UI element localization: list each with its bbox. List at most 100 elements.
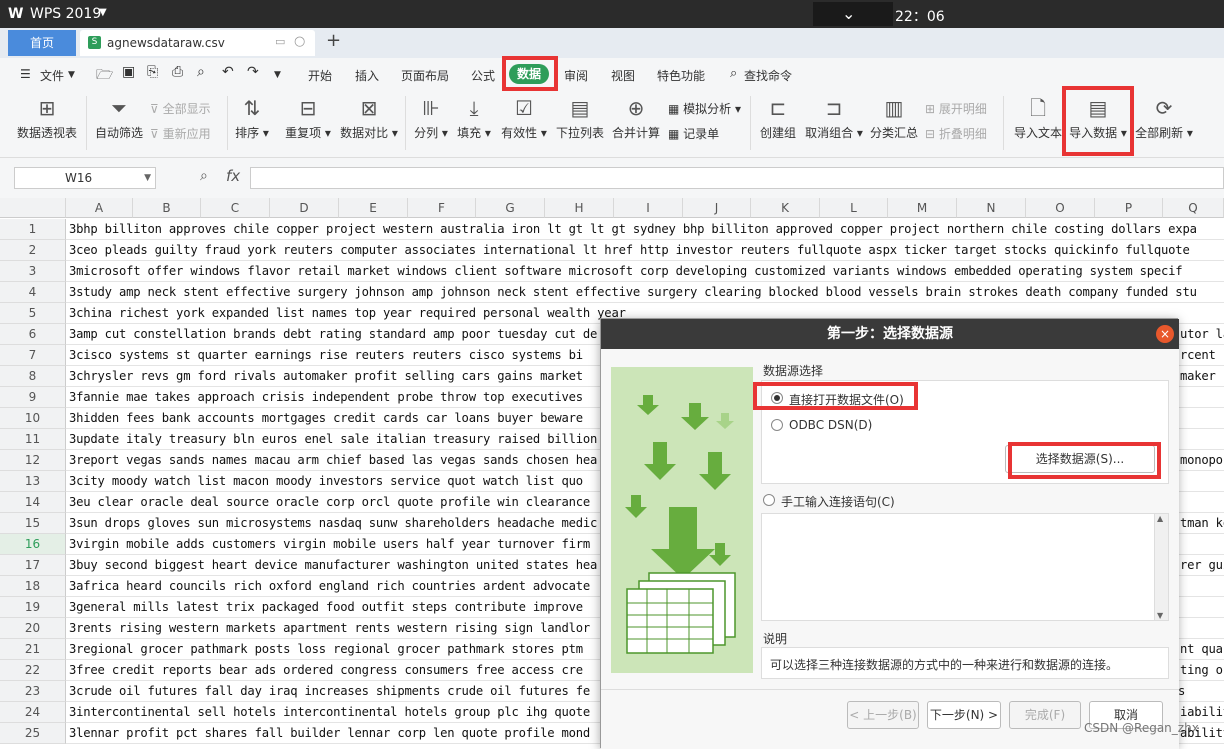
name-box[interactable]: W16 ▼ [14, 167, 156, 189]
column-header[interactable]: G [476, 198, 545, 218]
menu-page-layout[interactable]: 页面布局 [401, 67, 449, 84]
menu-view[interactable]: 视图 [611, 67, 635, 84]
row-header[interactable]: 25 [0, 723, 66, 744]
row-header[interactable]: 5 [0, 303, 66, 324]
row-header[interactable]: 1 [0, 219, 66, 240]
scroll-down-icon[interactable]: ▼ [1157, 611, 1163, 620]
choose-source-button[interactable]: 选择数据源(S)... [1005, 445, 1155, 473]
table-row[interactable]: 3study amp neck stent effective surgery … [69, 282, 1224, 303]
row-header[interactable]: 12 [0, 450, 66, 471]
redo-icon[interactable]: ↷ [247, 64, 259, 80]
consolidate-button[interactable]: ⊕ 合并计算 [611, 96, 661, 141]
dropdown-list-button[interactable]: ▤ 下拉列表 [555, 96, 605, 141]
row-header[interactable]: 18 [0, 576, 66, 597]
close-icon[interactable]: ○ [294, 34, 305, 49]
column-header[interactable]: A [66, 198, 133, 218]
column-header[interactable]: I [614, 198, 683, 218]
row-header[interactable]: 21 [0, 639, 66, 660]
file-caret-icon[interactable]: ▼ [68, 70, 75, 80]
chevron-down-icon[interactable]: ⌄ [842, 4, 855, 23]
row-header[interactable]: 14 [0, 492, 66, 513]
zoom-icon[interactable]: ⌕ [200, 168, 208, 184]
column-header[interactable]: K [751, 198, 820, 218]
column-header[interactable]: D [270, 198, 339, 218]
row-header[interactable]: 8 [0, 366, 66, 387]
finish-button[interactable]: 完成(F) [1009, 701, 1081, 729]
more-caret-icon[interactable]: ▼ [274, 70, 281, 80]
row-header[interactable]: 10 [0, 408, 66, 429]
textarea-scrollbar[interactable]: ▲ ▼ [1154, 514, 1168, 620]
prev-step-button[interactable]: < 上一步(B) [847, 701, 919, 729]
row-header[interactable]: 19 [0, 597, 66, 618]
menu-formula[interactable]: 公式 [471, 67, 495, 84]
tab-home[interactable]: 首页 [8, 30, 76, 56]
column-header[interactable]: L [820, 198, 888, 218]
menu-review[interactable]: 审阅 [564, 67, 588, 84]
row-header[interactable]: 2 [0, 240, 66, 261]
radio-manual-label[interactable]: 手工输入连接语句(C) [781, 493, 895, 510]
row-header[interactable]: 7 [0, 345, 66, 366]
formula-input[interactable] [250, 167, 1224, 189]
split-column-button[interactable]: ⊪ 分列 ▾ [413, 96, 449, 141]
row-header[interactable]: 17 [0, 555, 66, 576]
column-header[interactable]: O [1026, 198, 1095, 218]
duplicates-button[interactable]: ⊟ 重复项 ▾ [284, 96, 332, 141]
radio-direct-file[interactable] [771, 392, 783, 404]
export-pdf-icon[interactable]: ⎘ [147, 64, 158, 80]
search-command[interactable]: 查找命令 [744, 67, 792, 84]
select-all-corner[interactable] [0, 198, 66, 218]
table-row[interactable]: 3ceo pleads guilty fraud york reuters co… [69, 240, 1224, 261]
create-group-button[interactable]: ⊏ 创建组 [758, 96, 798, 141]
column-header[interactable]: E [339, 198, 408, 218]
row-header[interactable]: 11 [0, 429, 66, 450]
row-header[interactable]: 20 [0, 618, 66, 639]
collapse-detail-button[interactable]: ⊟ 折叠明细 [925, 125, 987, 142]
import-data-button[interactable]: ▤ 导入数据 ▾ [1068, 96, 1128, 141]
row-header[interactable]: 23 [0, 681, 66, 702]
next-step-button[interactable]: 下一步(N) > [927, 701, 1001, 729]
expand-detail-button[interactable]: ⊞ 展开明细 [925, 100, 987, 117]
open-folder-icon[interactable]: 🗁 [96, 64, 113, 88]
column-header[interactable]: M [888, 198, 957, 218]
ungroup-button[interactable]: ⊐ 取消组合 ▾ [805, 96, 863, 141]
refresh-all-button[interactable]: ⟳ 全部刷新 ▾ [1135, 96, 1193, 141]
pivot-table-button[interactable]: ⊞ 数据透视表 [16, 96, 78, 141]
connection-textarea[interactable]: ▲ ▼ [761, 513, 1169, 621]
row-header[interactable]: 16 [0, 534, 66, 555]
column-header[interactable]: N [957, 198, 1026, 218]
column-header[interactable]: Q [1163, 198, 1224, 218]
radio-odbc[interactable] [771, 419, 783, 431]
new-tab-button[interactable]: + [326, 30, 341, 51]
compare-button[interactable]: ⊠ 数据对比 ▾ [340, 96, 398, 141]
column-header[interactable]: H [545, 198, 614, 218]
row-header[interactable]: 22 [0, 660, 66, 681]
tab-file[interactable]: S agnewsdataraw.csv ▭ ○ [80, 30, 315, 56]
print-icon[interactable]: ⎙ [172, 64, 183, 80]
subtotal-button[interactable]: ▥ 分类汇总 [870, 96, 918, 141]
row-header[interactable]: 3 [0, 261, 66, 282]
fx-icon[interactable]: fx [226, 167, 240, 185]
table-row[interactable]: 3microsoft offer windows flavor retail m… [69, 261, 1224, 282]
column-header[interactable]: B [133, 198, 201, 218]
row-header[interactable]: 4 [0, 282, 66, 303]
print-preview-icon[interactable]: ⌕ [197, 64, 205, 80]
reapply-button[interactable]: ⊽ 重新应用 [150, 125, 211, 142]
show-all-button[interactable]: ⊽ 全部显示 [150, 100, 211, 117]
column-header[interactable]: J [683, 198, 751, 218]
save-icon[interactable]: ▣ [122, 64, 135, 80]
menu-special[interactable]: 特色功能 [657, 67, 705, 84]
menu-start[interactable]: 开始 [308, 67, 332, 84]
row-header[interactable]: 13 [0, 471, 66, 492]
sort-button[interactable]: ⇅ 排序 ▾ [232, 96, 272, 141]
scroll-up-icon[interactable]: ▲ [1157, 514, 1163, 523]
menu-data[interactable]: 数据 [509, 64, 549, 84]
app-menu-caret-icon[interactable]: ▼ [99, 7, 107, 18]
close-icon[interactable]: × [1156, 325, 1174, 343]
column-header[interactable]: F [408, 198, 476, 218]
row-header[interactable]: 24 [0, 702, 66, 723]
radio-direct-file-label[interactable]: 直接打开数据文件(O) [789, 391, 904, 408]
validity-button[interactable]: ☑ 有效性 ▾ [500, 96, 548, 141]
row-header[interactable]: 6 [0, 324, 66, 345]
undo-icon[interactable]: ↶ [222, 64, 234, 80]
fill-button[interactable]: ⤓ 填充 ▾ [456, 96, 492, 141]
